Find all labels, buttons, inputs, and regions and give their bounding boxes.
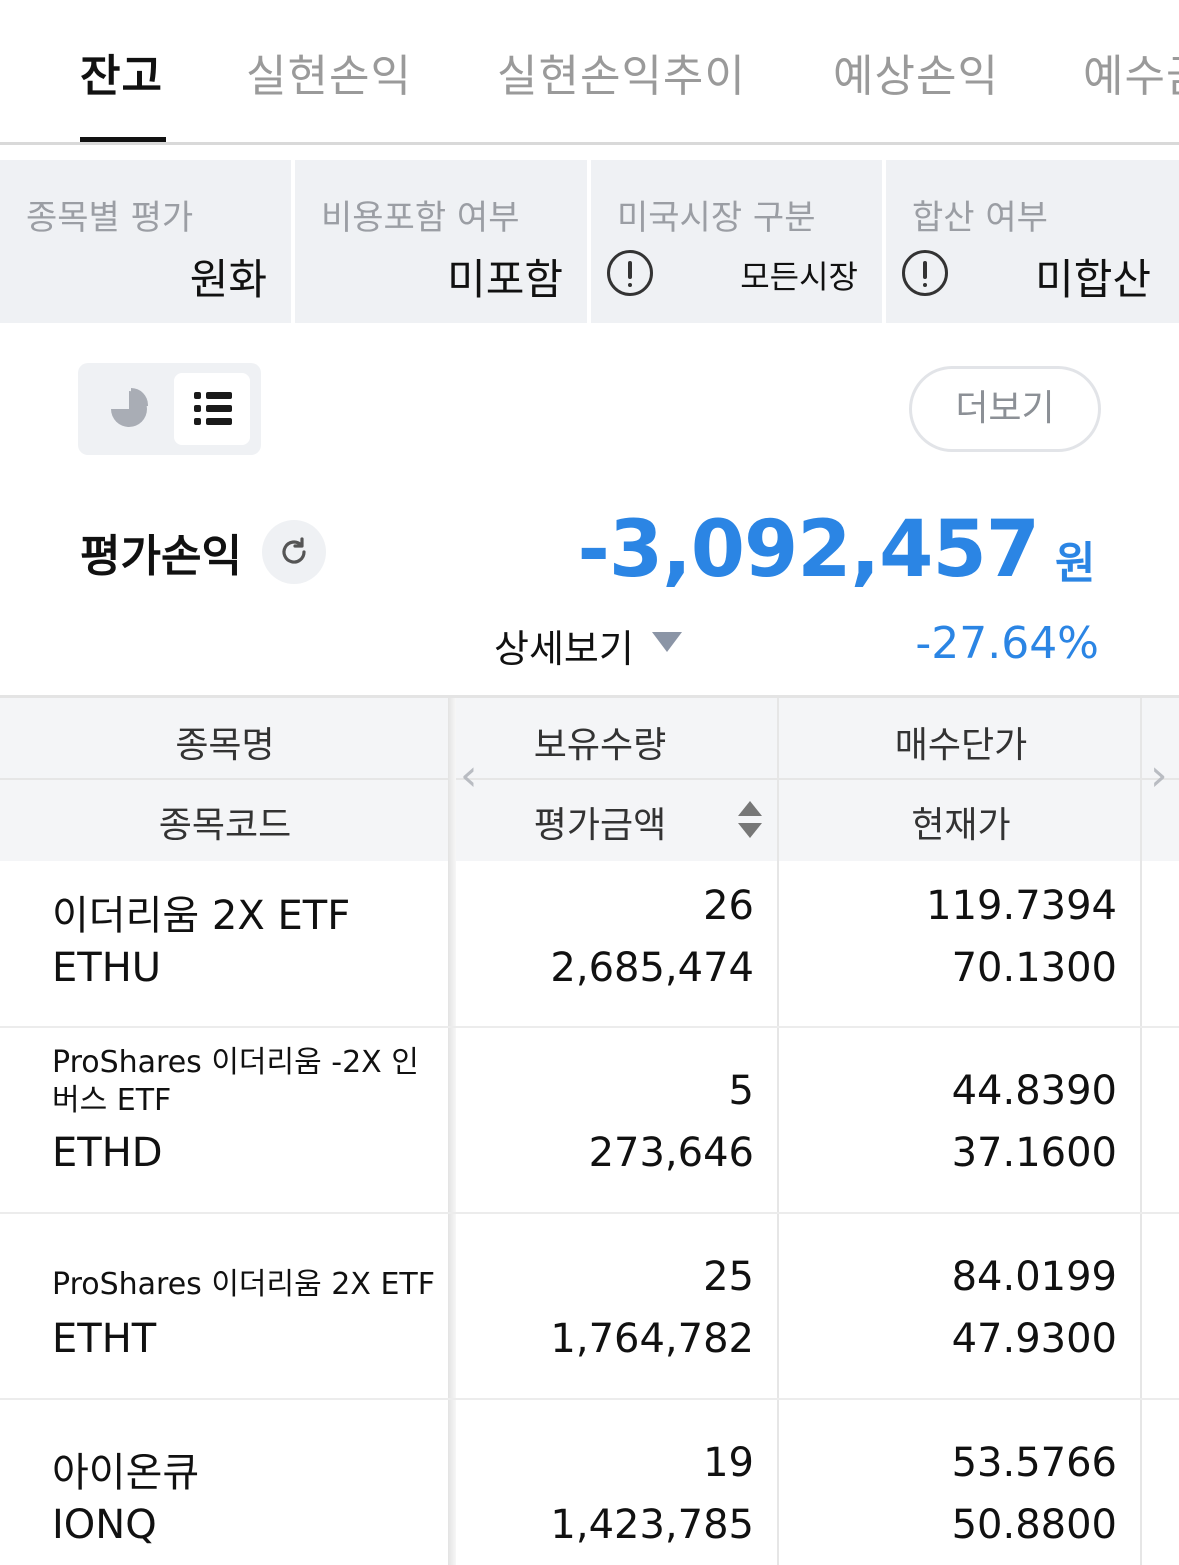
tab-bar: 잔고 실현손익 실현손익추이 예상손익 예수금 [0,0,1179,145]
stock-name: ProShares 이더리움 -2X 인버스 ETF [52,1045,419,1118]
quantity: 5 [728,1068,754,1114]
table-row[interactable]: 아이온큐 IONQ 19 1,423,785 53.5766 50.8800 [0,1400,1179,1565]
tab-balance[interactable]: 잔고 [80,40,163,104]
setting-us-market[interactable]: 미국시장 구분 모든시장 [591,160,882,323]
setting-title: 미국시장 구분 [617,198,816,238]
detail-toggle[interactable]: 상세보기 [494,618,634,673]
setting-eval-currency[interactable]: 종목별 평가 원화 [0,160,291,323]
info-icon[interactable] [902,250,948,296]
stock-code: ETHU [52,945,162,991]
tab-realized-pnl[interactable]: 실현손익 [246,40,412,104]
table-header: 종목명 종목코드 보유수량 평가금액 매수단가 현재가 ‹ › [0,698,1179,861]
setting-value: 미포함 [447,255,563,304]
refresh-icon [282,537,306,564]
stock-code: ETHD [52,1130,163,1176]
info-icon[interactable] [607,250,653,296]
current-price: 37.1600 [951,1130,1117,1176]
pie-chart-icon [111,388,148,427]
tab-expected-pnl[interactable]: 예상손익 [833,40,999,104]
setting-merge[interactable]: 합산 여부 미합산 [886,160,1179,323]
eval-pnl-amount: -3,092,457 [577,505,1040,595]
buy-price: 84.0199 [951,1254,1117,1300]
list-view-button[interactable] [174,373,250,445]
tab-deposit[interactable]: 예수금 [1083,40,1179,104]
current-price: 70.1300 [951,945,1117,991]
setting-value: 모든시장 [740,258,858,296]
setting-title: 종목별 평가 [26,198,194,238]
eval-amount: 1,764,782 [550,1316,754,1362]
eval-amount: 273,646 [588,1130,754,1176]
eval-pnl-label: 평가손익 [80,531,242,582]
buy-price: 119.7394 [926,883,1117,929]
pie-view-button[interactable] [92,373,164,445]
scroll-right-icon[interactable]: › [1150,750,1168,801]
active-tab-indicator [80,137,166,142]
caret-down-icon[interactable] [652,632,682,652]
scroll-left-icon[interactable]: ‹ [460,750,478,801]
quantity: 25 [703,1254,754,1300]
stock-code: IONQ [52,1502,157,1548]
table-row[interactable]: ProShares 이더리움 2X ETF ETHT 25 1,764,782 … [0,1214,1179,1400]
refresh-button[interactable] [262,520,326,584]
table-row[interactable]: ProShares 이더리움 -2X 인버스 ETF ETHD 5 273,64… [0,1028,1179,1214]
sort-icon[interactable] [738,801,762,841]
table-row[interactable]: 이더리움 2X ETF ETHU 26 2,685,474 119.7394 7… [0,861,1179,1028]
header-buy-price[interactable]: 매수단가 [780,716,1142,768]
more-button[interactable]: 더보기 [909,366,1101,452]
setting-title: 합산 여부 [912,198,1048,238]
setting-value: 미합산 [1035,255,1151,304]
stock-name: ProShares 이더리움 2X ETF [52,1267,435,1302]
header-quantity[interactable]: 보유수량 [455,716,745,768]
list-icon [194,392,232,426]
stock-code: ETHT [52,1316,157,1362]
header-current-price[interactable]: 현재가 [780,796,1142,848]
header-name[interactable]: 종목명 [0,716,450,768]
eval-pnl-unit: 원 [1055,538,1096,589]
holdings-table: 종목명 종목코드 보유수량 평가금액 매수단가 현재가 ‹ › 이더리움 2X … [0,695,1179,1565]
tab-realized-pnl-trend[interactable]: 실현손익추이 [497,40,746,104]
setting-title: 비용포함 여부 [321,198,520,238]
settings-row: 종목별 평가 원화 비용포함 여부 미포함 미국시장 구분 모든시장 합산 여부… [0,160,1179,323]
current-price: 47.9300 [951,1316,1117,1362]
eval-amount: 1,423,785 [550,1502,754,1548]
buy-price: 44.8390 [951,1068,1117,1114]
eval-amount: 2,685,474 [550,945,754,991]
setting-include-fees[interactable]: 비용포함 여부 미포함 [295,160,587,323]
current-price: 50.8800 [951,1502,1117,1548]
eval-pnl-rate: -27.64% [915,618,1099,669]
setting-value: 원화 [189,255,267,304]
header-eval-amount[interactable]: 평가금액 [455,796,745,848]
quantity: 26 [703,883,754,929]
stock-name: 이더리움 2X ETF [52,893,351,939]
quantity: 19 [703,1440,754,1486]
view-toggle [78,363,261,455]
buy-price: 53.5766 [951,1440,1117,1486]
stock-name: 아이온큐 [52,1450,200,1496]
header-code[interactable]: 종목코드 [0,796,450,848]
